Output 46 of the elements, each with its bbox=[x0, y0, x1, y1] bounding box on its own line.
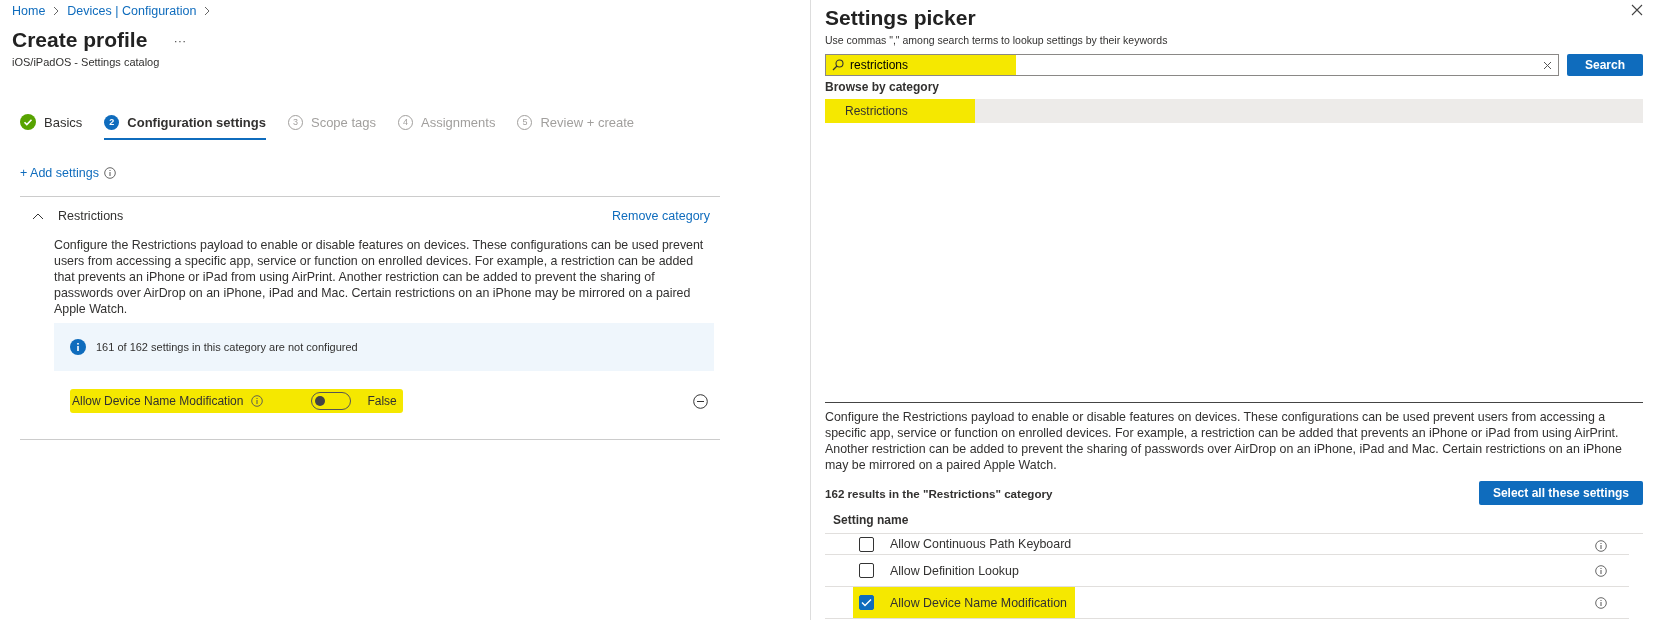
info-icon bbox=[251, 395, 264, 407]
info-icon bbox=[1595, 540, 1607, 552]
chevron-right-icon bbox=[53, 6, 60, 16]
checkmark-circle-icon bbox=[20, 114, 36, 130]
chevron-right-icon bbox=[204, 6, 211, 16]
breadcrumb-link[interactable]: Devices | Configuration bbox=[67, 4, 197, 18]
select-all-button[interactable]: Select all these settings bbox=[1478, 481, 1643, 505]
more-options-button[interactable]: ··· bbox=[173, 32, 187, 48]
info-icon bbox=[1595, 596, 1607, 609]
info-icon bbox=[70, 339, 86, 355]
wizard-step-tab[interactable]: Basics bbox=[20, 110, 83, 140]
checkbox[interactable] bbox=[859, 563, 874, 578]
category-list-item[interactable]: Restrictions bbox=[825, 99, 1643, 123]
clear-icon[interactable] bbox=[1542, 60, 1552, 70]
info-icon bbox=[1595, 564, 1607, 577]
wizard-step-tab[interactable]: 2 Configuration settings bbox=[104, 110, 266, 140]
chevron-up-icon[interactable] bbox=[32, 212, 44, 220]
breadcrumb-link[interactable]: Home bbox=[12, 4, 46, 18]
search-icon bbox=[832, 59, 844, 71]
panel-title: Settings picker bbox=[825, 6, 976, 30]
search-input[interactable]: restrictions bbox=[850, 58, 1537, 72]
info-icon bbox=[103, 167, 116, 179]
column-header: Setting name bbox=[825, 505, 1643, 534]
setting-label: Allow Device Name Modification bbox=[72, 394, 244, 408]
setting-name: Allow Continuous Path Keyboard bbox=[889, 536, 1073, 552]
setting-name: Allow Device Name Modification bbox=[889, 594, 1068, 611]
page-title: Create profile bbox=[12, 28, 148, 52]
search-field[interactable]: restrictions bbox=[825, 54, 1559, 76]
toggle-value: False bbox=[367, 394, 397, 408]
checkbox[interactable] bbox=[859, 595, 874, 610]
remove-circle-icon[interactable] bbox=[693, 393, 708, 409]
category-description: Configure the Restrictions payload to enable or disable features on devices. These configurations can be used prevent users from accessing a specific app, service or function on enrolled devices. For example, a restriction can be added that prevents an iPhone or iPad from using AirPrint. Another restriction can be added to prevent the sharing of passwords over AirDrop on an iPhone, iPad and Mac. Certain restrictions on an iPhone may be mirrored on a paired Apple Watch. bbox=[825, 402, 1643, 473]
category-title: Restrictions bbox=[58, 209, 124, 223]
category-description: Configure the Restrictions payload to enable or disable features on devices. These configurations can be used prevent users from accessing a specific app, service or function on enrolled devices. For example, a restriction can be added that prevents an iPhone or iPad from using AirPrint. Another restriction can be added to prevent the sharing of passwords over AirDrop on an iPhone, iPad and Mac. Certain restrictions on an iPhone may be mirrored on a paired Apple Watch. bbox=[54, 237, 705, 317]
setting-name: Allow Definition Lookup bbox=[889, 562, 1020, 579]
page-subtitle: iOS/iPadOS - Settings catalog bbox=[12, 56, 161, 68]
checkbox[interactable] bbox=[859, 537, 874, 552]
remove-category-link[interactable]: Remove category bbox=[612, 209, 710, 223]
close-icon[interactable] bbox=[1631, 4, 1643, 16]
search-button[interactable]: Search bbox=[1566, 54, 1643, 76]
info-text: 161 of 162 settings in this category are not configured bbox=[96, 341, 358, 353]
step-number: 2 bbox=[104, 114, 120, 130]
results-count: 162 results in the "Restrictions" category bbox=[825, 486, 1053, 500]
search-hint: Use commas "," among search terms to lookup settings by their keywords bbox=[825, 34, 1169, 46]
browse-heading: Browse by category bbox=[825, 80, 941, 94]
add-settings-link[interactable]: + Add settings bbox=[20, 166, 99, 180]
